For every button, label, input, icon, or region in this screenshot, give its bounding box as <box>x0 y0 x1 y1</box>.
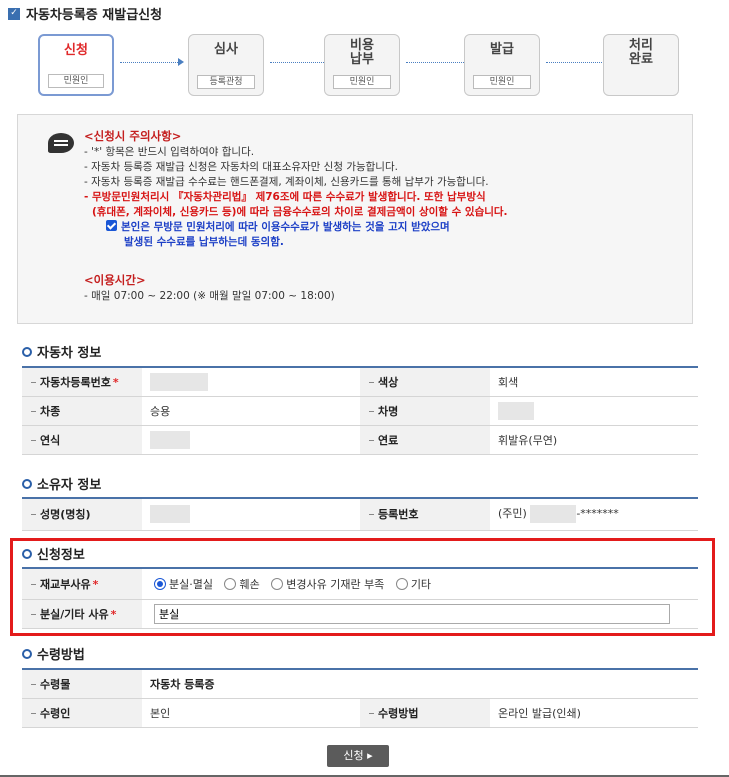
step-review: 심사 등록관청 <box>188 34 264 96</box>
step-role: 민원인 <box>48 74 104 88</box>
table-row: 차종 승용 차명 <box>22 396 698 426</box>
receive-info-table: 수령물 자동차 등록증 수령인 본인 수령방법 온라인 발급(인쇄) <box>22 668 698 728</box>
circle-bullet-icon <box>22 478 32 489</box>
checkbox-icon: ✓ <box>8 7 20 20</box>
radio-damaged[interactable]: 훼손 <box>224 577 260 591</box>
step-payment: 비용 납부 민원인 <box>324 34 400 96</box>
radio-no-space[interactable]: 변경사유 기재란 부족 <box>271 577 384 591</box>
table-row: 수령인 본인 수령방법 온라인 발급(인쇄) <box>22 698 698 728</box>
type-value: 승용 <box>142 396 360 426</box>
hours-text: - 매일 07:00 ~ 22:00 (※ 매월 말일 07:00 ~ 18:0… <box>84 290 335 302</box>
table-row: 수령물 자동차 등록증 <box>22 669 698 699</box>
consent-text-2: 발생된 수수료를 납부하는데 동의함. <box>124 236 284 248</box>
step-arrow-icon <box>546 58 610 66</box>
step-apply: 신청 민원인 <box>38 34 114 96</box>
notice-heading: <신청시 주의사항> <box>84 129 182 143</box>
step-role: 민원인 <box>333 75 391 89</box>
consent-text: 본인은 무방문 민원처리에 따라 이용수수료가 발생하는 것을 고지 받았으며 <box>121 221 450 233</box>
speech-bubble-icon <box>48 133 74 153</box>
notice-line: - 자동차 등록증 재발급 신청은 자동차의 대표소유자만 신청 가능합니다. <box>84 161 398 173</box>
step-complete: 처리 완료 <box>603 34 679 96</box>
apply-section-title: 신청정보 <box>22 544 85 563</box>
step-name: 심사 <box>214 42 238 57</box>
notice-line: - '*' 항목은 반드시 입력하여야 합니다. <box>84 146 255 158</box>
step-arrow-icon <box>270 58 334 66</box>
reason-detail-input[interactable] <box>154 603 670 624</box>
table-row: 재교부사유 * 분실·멸실 훼손 변경사유 기재란 부족 기타 <box>22 568 698 600</box>
step-issue: 발급 민원인 <box>464 34 540 96</box>
step-arrow-icon <box>120 58 184 66</box>
owner-section-title: 소유자 정보 <box>22 474 101 493</box>
color-value: 회색 <box>490 367 698 397</box>
step-name: 신청 <box>64 43 88 58</box>
apply-info-table: 재교부사유 * 분실·멸실 훼손 변경사유 기재란 부족 기타 분실/기타 사유 * <box>22 567 698 629</box>
notice-fee-warning-2: (휴대폰, 계좌이체, 신용카드 등)에 따라 금융수수료의 차이로 결제금액이… <box>92 206 508 218</box>
radio-icon[interactable] <box>224 577 237 590</box>
step-arrow-icon <box>406 58 470 66</box>
table-row: 자동차등록번호 * 색상 회색 <box>22 367 698 397</box>
radio-icon[interactable] <box>395 577 408 590</box>
step-role: 민원인 <box>473 75 531 89</box>
page-title-text: 자동차등록증 재발급신청 <box>26 8 163 23</box>
step-name: 비용 납부 <box>350 38 374 67</box>
method-value: 온라인 발급(인쇄) <box>490 698 698 728</box>
vehicle-info-table: 자동차등록번호 * 색상 회색 차종 승용 차명 연식 연료 휘발유(무연) <box>22 366 698 455</box>
masked-value <box>150 372 208 391</box>
circle-bullet-icon <box>22 346 32 357</box>
notice-box: <신청시 주의사항> - '*' 항목은 반드시 입력하여야 합니다. - 자동… <box>17 114 693 324</box>
table-row: 연식 연료 휘발유(무연) <box>22 425 698 455</box>
submit-button[interactable]: 신청 ▸ <box>327 745 389 767</box>
masked-value <box>150 505 190 524</box>
table-row: 성명(명칭) 등록번호 (주민) -******* <box>22 498 698 531</box>
radio-icon[interactable] <box>271 577 284 590</box>
radio-lost[interactable]: 분실·멸실 <box>154 577 213 591</box>
step-name: 발급 <box>490 42 514 57</box>
page-title: ✓ 자동차등록증 재발급신청 <box>8 4 162 23</box>
fuel-value: 휘발유(무연) <box>490 425 698 455</box>
radio-other[interactable]: 기타 <box>395 577 431 591</box>
step-role: 등록관청 <box>197 75 255 89</box>
checkbox-checked-icon[interactable] <box>106 220 117 231</box>
radio-checked-icon[interactable] <box>154 577 166 590</box>
masked-value <box>150 430 190 449</box>
item-value: 자동차 등록증 <box>142 669 698 699</box>
circle-bullet-icon <box>22 548 32 559</box>
consent-checkbox[interactable]: 본인은 무방문 민원처리에 따라 이용수수료가 발생하는 것을 고지 받았으며 <box>84 220 680 235</box>
step-name: 처리 완료 <box>629 38 653 67</box>
hours-heading: <이용시간> <box>84 273 146 287</box>
process-steps: 신청 민원인 심사 등록관청 비용 납부 민원인 발급 민원인 처리 완료 <box>38 34 679 96</box>
masked-value <box>530 505 577 524</box>
person-value: 본인 <box>142 698 360 728</box>
table-row: 분실/기타 사유 * <box>22 599 698 629</box>
masked-value <box>498 401 534 420</box>
owner-info-table: 성명(명칭) 등록번호 (주민) -******* <box>22 497 698 531</box>
receive-section-title: 수령방법 <box>22 644 85 663</box>
notice-fee-warning: - 무방문민원처리시 『자동차관리법』 제76조에 따른 수수료가 발생합니다.… <box>84 191 486 203</box>
notice-line: - 자동차 등록증 재발급 수수료는 핸드폰결제, 계좌이체, 신용카드를 통해… <box>84 176 489 188</box>
circle-bullet-icon <box>22 648 32 659</box>
vehicle-section-title: 자동차 정보 <box>22 342 101 361</box>
